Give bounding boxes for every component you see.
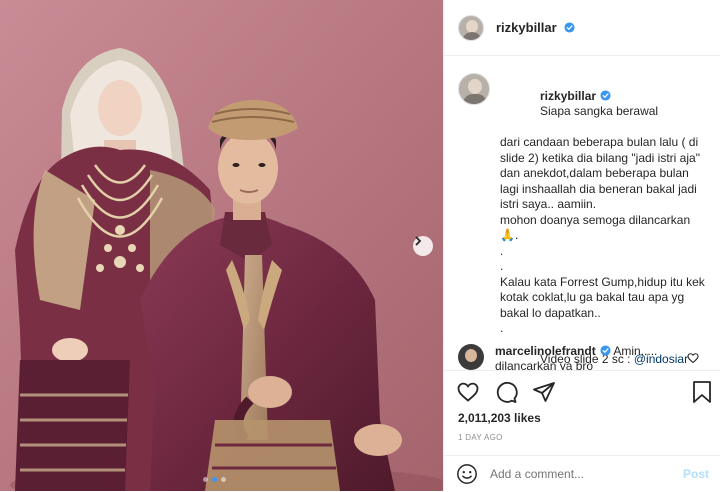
author-username[interactable]: rizkybillar <box>496 20 575 35</box>
chevron-right-icon <box>415 236 422 246</box>
commenter-avatar[interactable] <box>458 344 484 370</box>
post-timestamp[interactable]: 1 DAY AGO <box>458 433 503 442</box>
verified-badge-icon <box>600 345 611 356</box>
caption-line: bakal lo dapatkan.. <box>500 305 601 320</box>
caption-line: dan anekdot,dalam beberapa bulan <box>500 166 689 180</box>
comment-like-heart-icon[interactable] <box>687 352 699 364</box>
add-comment-bar: Post <box>444 455 720 492</box>
comment-icon[interactable] <box>494 380 518 404</box>
share-icon[interactable] <box>532 380 556 404</box>
caption-line: 🙏. <box>500 228 519 242</box>
carousel-indicator <box>203 477 226 482</box>
heart-icon[interactable] <box>456 380 480 404</box>
comment-body: Amin..... <box>613 344 658 358</box>
caption-line: dari candaan beberapa bulan lalu ( di <box>500 135 699 149</box>
post-photo[interactable] <box>0 0 443 491</box>
like-count[interactable]: 2,011,203 likes <box>458 411 541 425</box>
caption-line: . <box>500 321 504 335</box>
author-username-text[interactable]: rizkybillar <box>496 20 557 35</box>
caption-author-avatar[interactable] <box>458 73 490 105</box>
caption-line: istri saya.. aamiin. <box>500 197 597 211</box>
caption-line: . <box>500 243 504 258</box>
caption-line: slide 2) ketika dia bilang "jadi istri a… <box>500 150 700 165</box>
bookmark-icon[interactable] <box>691 380 713 404</box>
post-header: rizkybillar <box>444 0 720 56</box>
post-side-panel: rizkybillar rizkybillar Siapa sangka ber… <box>443 0 720 491</box>
caption-author-username[interactable]: rizkybillar <box>540 89 596 103</box>
commenter-username[interactable]: marcelinolefrandt <box>495 344 596 358</box>
caption-line: . <box>500 259 504 273</box>
caption-line: lagi inshaallah dia beneran bakal jadi <box>500 181 697 196</box>
caption-line: kotak coklat,lu ga bakal tau apa yg <box>500 290 685 304</box>
action-bar <box>456 380 556 404</box>
caption-line: Kalau kata Forrest Gump,hidup itu kek <box>500 274 705 289</box>
carousel-dot <box>203 477 208 482</box>
post-dialog: rizkybillar rizkybillar Siapa sangka ber… <box>0 0 720 491</box>
carousel-dot-active <box>212 477 217 482</box>
caption-line: mohon doanya semoga dilancarkan <box>500 212 691 227</box>
couple-photo-illustration <box>0 0 443 491</box>
emoji-icon[interactable] <box>456 463 478 485</box>
actions-section: 2,011,203 likes 1 DAY AGO Post <box>444 370 720 491</box>
comment-input[interactable] <box>490 467 670 481</box>
caption-text: rizkybillar Siapa sangka berawal dari ca… <box>500 73 705 370</box>
verified-badge-icon <box>600 89 611 101</box>
next-slide-button[interactable] <box>413 236 433 256</box>
carousel-dot <box>221 477 226 482</box>
caption-line: Siapa sangka berawal <box>540 104 659 118</box>
caption-section: rizkybillar Siapa sangka berawal dari ca… <box>444 57 720 370</box>
author-avatar[interactable] <box>458 14 484 41</box>
verified-badge-icon <box>564 22 575 33</box>
post-comment-button[interactable]: Post <box>683 467 709 481</box>
